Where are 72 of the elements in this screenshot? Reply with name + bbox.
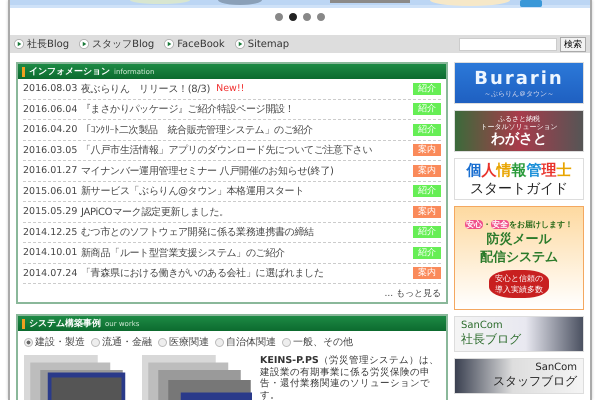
guide-banner[interactable]: 個人情報管理士 スタートガイド — [454, 158, 584, 200]
banner-tagline: 安心・安全をお届けします！ — [465, 218, 573, 230]
category-tag: 案内 — [413, 267, 441, 280]
slider-dot[interactable] — [275, 13, 283, 21]
description-text: KEINS-P.PS（労災管理システム）は、建設業の有期事業に係る労災保険の申告・還付業務関連のソリューションです。 — [260, 355, 440, 400]
blog-banner[interactable]: SanCom スタッフブログ — [454, 358, 584, 394]
news-link[interactable]: 夜ぶらりん リリース！(8/3) — [81, 82, 210, 96]
panel-title: インフォメーション — [29, 66, 110, 78]
banner-title: わがさと — [491, 131, 547, 147]
news-link[interactable]: 「青森県における働きがいのある会社」に選ばれました — [81, 266, 324, 280]
bar-icon — [22, 318, 25, 328]
category-radio[interactable]: 流通・金融 — [91, 335, 152, 349]
category-radio[interactable]: 医療関連 — [158, 335, 209, 349]
category-tag: 案内 — [413, 164, 441, 177]
search-field[interactable] — [459, 38, 557, 50]
play-icon — [79, 39, 90, 49]
news-date: 2014.07.24 — [23, 268, 75, 279]
news-date: 2015.06.01 — [23, 186, 75, 197]
category-tag: 案内 — [413, 206, 441, 218]
news-link[interactable]: 新サービス「ぶらりん@タウン」本格運用スタート — [81, 184, 304, 198]
news-date: 2014.12.25 — [23, 226, 75, 238]
news-date: 2016.01.27 — [23, 165, 75, 176]
nav-link[interactable]: FaceBook — [164, 38, 225, 50]
search-button[interactable]: 検索 — [560, 36, 586, 52]
banner-title: スタッフブログ — [493, 373, 577, 390]
slider-dot[interactable] — [303, 13, 311, 21]
category-radio[interactable]: 一般、その他 — [282, 335, 353, 349]
news-link[interactable]: JAPiCOマーク認定更新しました。 — [81, 204, 229, 219]
bar-icon — [22, 66, 25, 76]
news-link[interactable]: マイナンバー運用管理セミナー 八戸開催のお知らせ(終了) — [81, 164, 334, 178]
news-date: 2016.06.04 — [23, 104, 75, 115]
category-tag: 紹介 — [413, 103, 441, 116]
news-date: 2016.08.03 — [23, 83, 75, 94]
category-tag: 紹介 — [413, 82, 441, 95]
news-link[interactable]: むつ市とのソフトウェア開発に係る業務連携書の締結 — [81, 225, 314, 240]
category-radio[interactable]: 建設・製造 — [24, 335, 85, 349]
banner-title: Burarin — [474, 68, 564, 88]
nav-link[interactable]: スタッフBlog — [79, 37, 154, 51]
news-link[interactable]: 「八戸市生活情報」アプリのダウンロード先についてご注意下さい — [81, 143, 372, 158]
banner-brand: SanCom — [535, 362, 577, 373]
play-icon — [234, 39, 245, 49]
blog-banner[interactable]: SanCom 社長ブログ — [454, 316, 584, 352]
category-tag: 案内 — [413, 144, 441, 156]
banner-title: 社長ブログ — [461, 331, 521, 348]
banner-title: 防災メール — [486, 230, 552, 248]
banner-subtitle: スタートガイド — [470, 180, 568, 198]
slider-dot[interactable] — [317, 13, 325, 21]
news-link[interactable]: 『まさかりパッケージ』ご紹介特設ページ開設！ — [81, 102, 294, 116]
burst-label: 安心と信頼の 導入実績多数 — [489, 270, 549, 298]
nav-link[interactable]: 社長Blog — [14, 37, 70, 51]
banner-title: 個人情報管理士 — [466, 160, 572, 180]
category-tag: 紹介 — [413, 246, 441, 259]
play-icon — [164, 39, 174, 49]
news-date: 2016.03.05 — [23, 144, 75, 156]
news-link[interactable]: 新商品「ルート型営業支援システム」のご紹介 — [81, 246, 285, 260]
news-date: 2016.04.20 — [23, 124, 75, 136]
news-link[interactable]: 「ｺﾝｸﾘｰﾄ二次製品 統合販売管理システム」のご紹介 — [81, 122, 313, 137]
banner-title: 配信システム — [480, 248, 558, 266]
category-tag: 紹介 — [413, 226, 441, 238]
news-date: 2015.05.29 — [23, 206, 75, 218]
news-date: 2014.10.01 — [23, 247, 75, 258]
category-radio[interactable]: 自治体関連 — [215, 335, 276, 349]
panel-title: システム構築事例 — [29, 317, 101, 330]
play-icon — [14, 39, 24, 49]
banner-brand: SanCom — [461, 320, 503, 331]
slider-dot[interactable] — [289, 13, 297, 21]
category-tag: 紹介 — [413, 124, 441, 136]
nav-link[interactable]: Sitemap — [234, 38, 290, 50]
new-label: New!! — [216, 83, 244, 94]
category-tag: 紹介 — [413, 185, 441, 198]
more-link[interactable]: ... もっと見る — [23, 284, 441, 300]
disaster-mail-banner[interactable]: 安心・安全をお届けします！ 防災メール 配信システム 安心と信頼の 導入実績多数 — [454, 206, 584, 310]
